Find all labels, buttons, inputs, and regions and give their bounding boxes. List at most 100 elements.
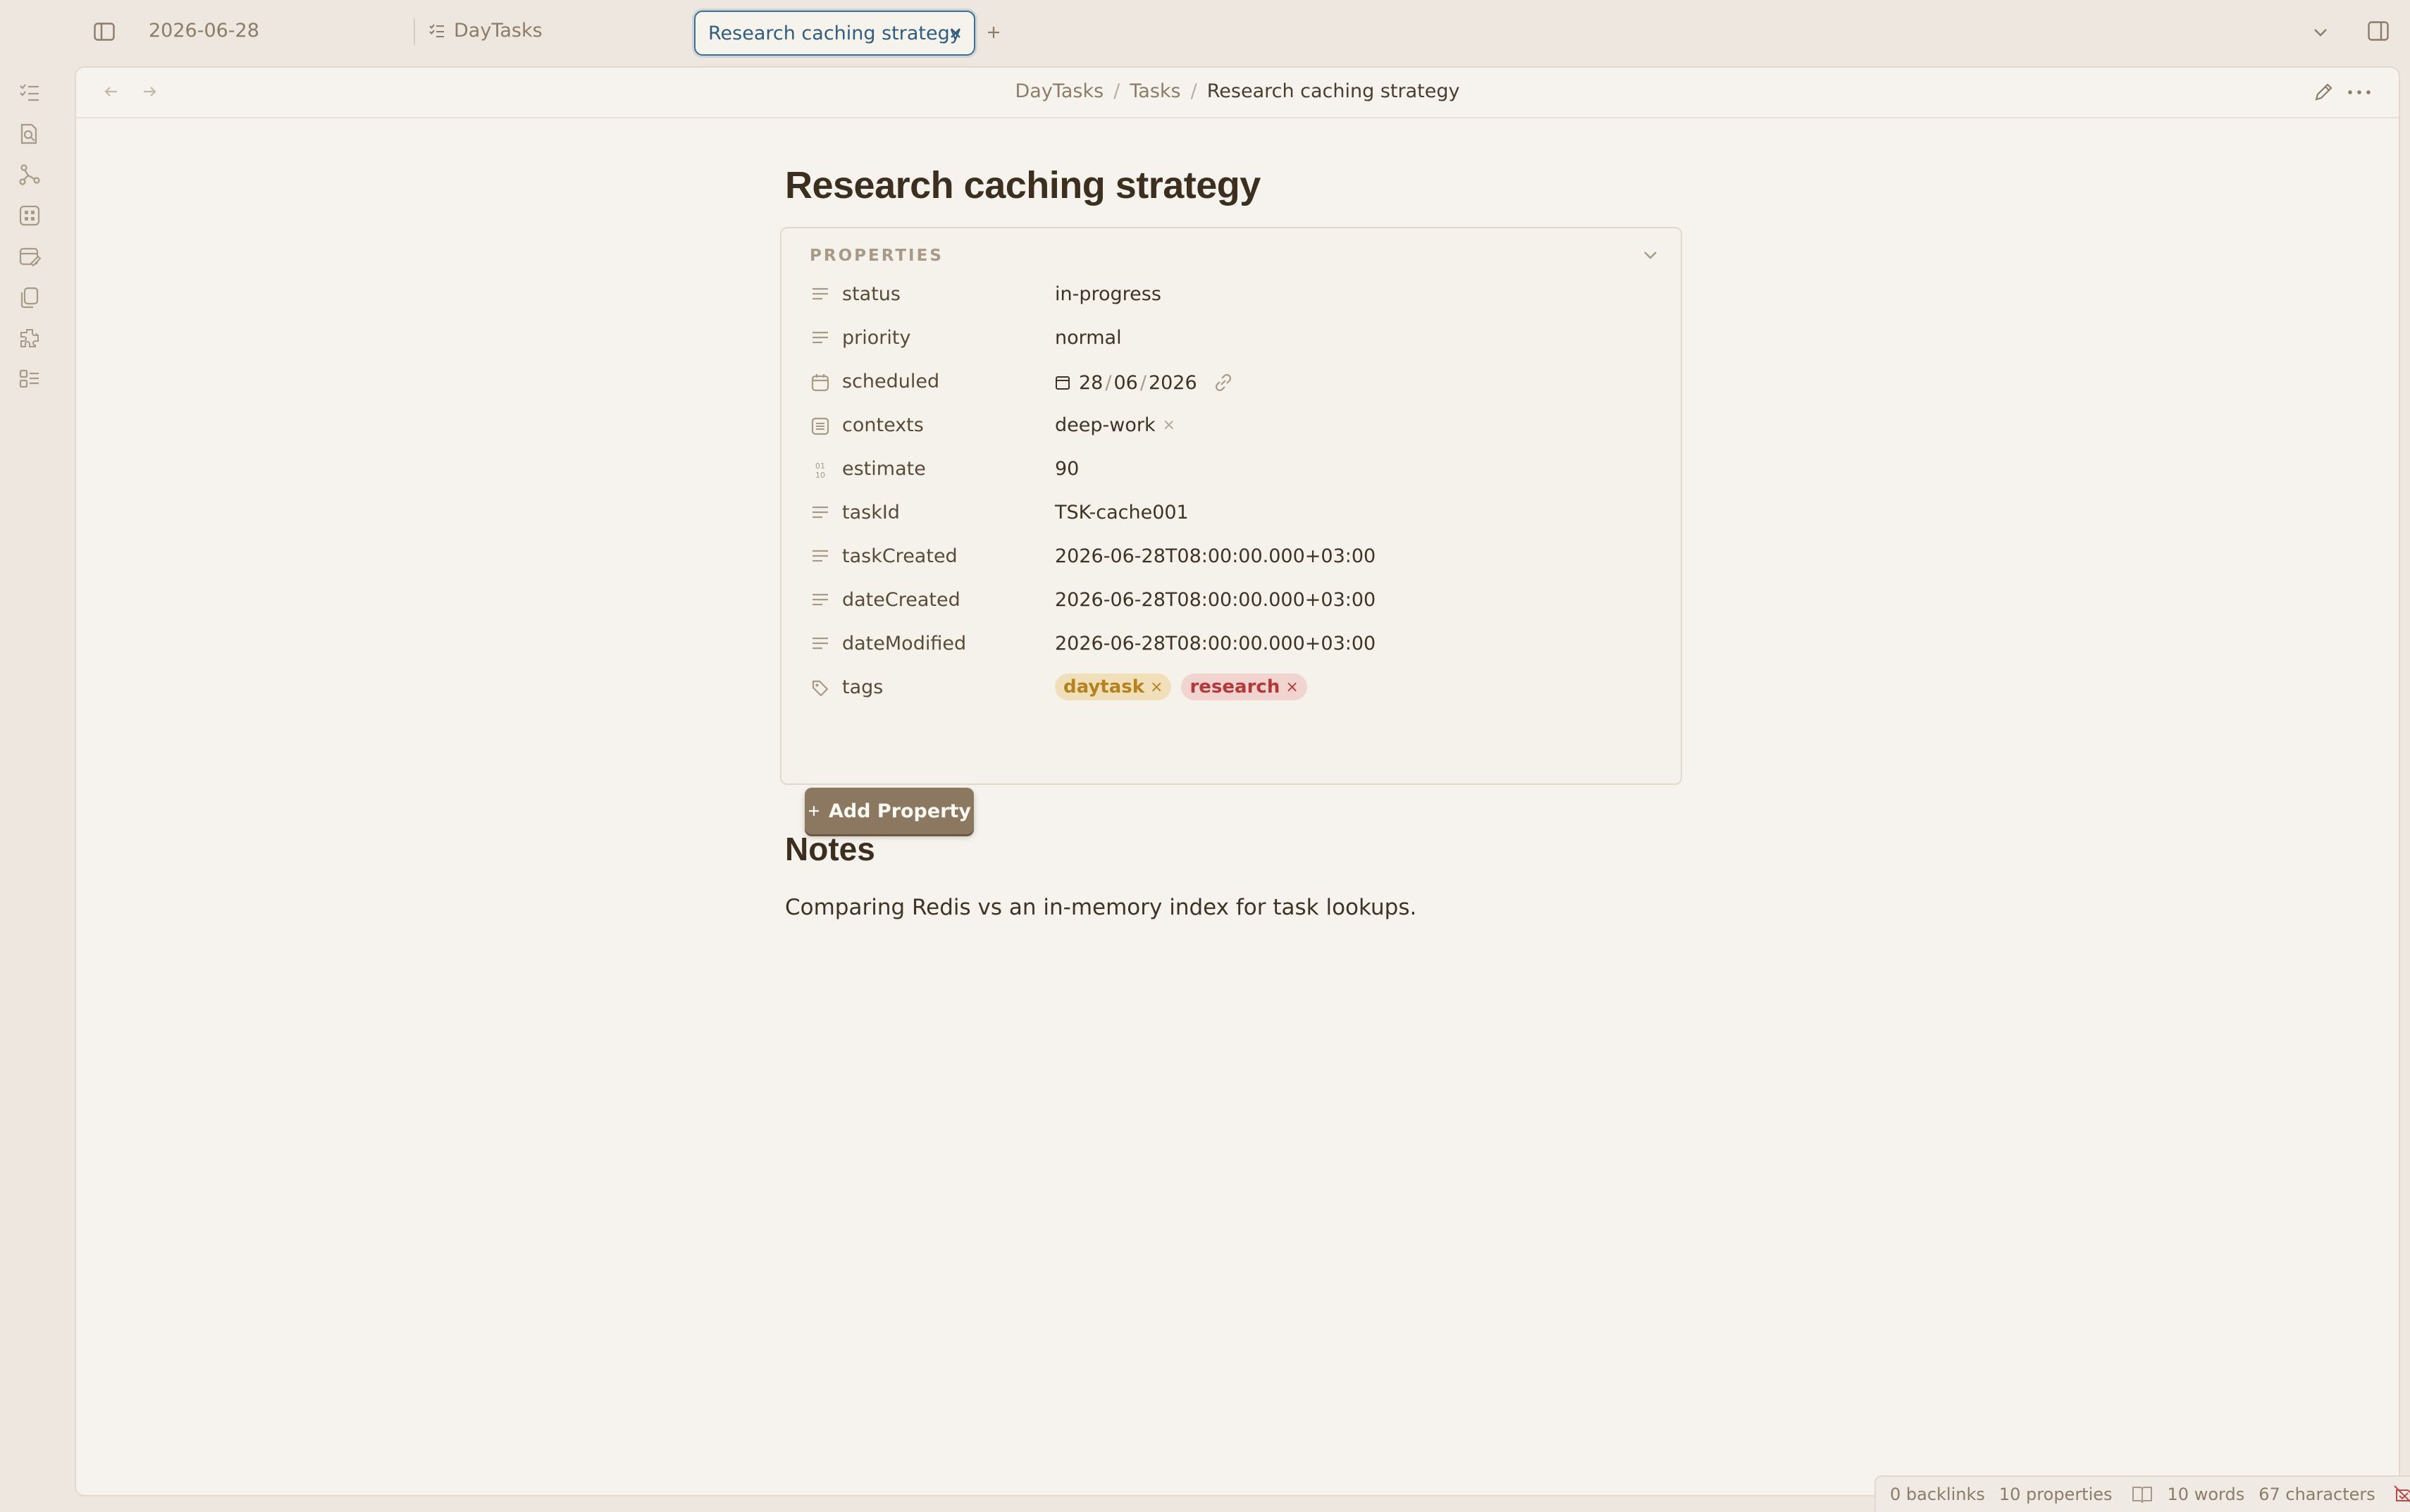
tag-label: research bbox=[1189, 676, 1280, 698]
tab-daytasks[interactable]: DayTasks bbox=[428, 20, 543, 42]
tab-divider bbox=[414, 18, 415, 45]
property-list-value: deep-work × bbox=[1055, 414, 1175, 436]
remove-tag-icon[interactable]: × bbox=[1285, 678, 1298, 696]
link-icon[interactable] bbox=[1211, 371, 1235, 395]
property-value[interactable]: 2026-06-28T08:00:00.000+03:00 bbox=[1055, 589, 1376, 611]
property-value[interactable]: 2026-06-28T08:00:00.000+03:00 bbox=[1055, 633, 1376, 655]
breadcrumb-current[interactable]: Research caching strategy bbox=[1207, 80, 1460, 102]
svg-text:01: 01 bbox=[815, 461, 825, 471]
text-lines-icon bbox=[811, 504, 829, 520]
tab-label: Research caching strategy bbox=[708, 22, 961, 44]
editor-pane: DayTasks / Tasks / Research caching strategy… bbox=[75, 66, 2400, 1496]
more-options-icon[interactable] bbox=[2347, 89, 2372, 96]
backlinks-count[interactable]: 0 backlinks bbox=[1890, 1485, 1985, 1504]
checklist-icon bbox=[428, 23, 445, 39]
tag-pill-daytask[interactable]: daytask × bbox=[1055, 674, 1172, 700]
new-tab-icon[interactable] bbox=[985, 24, 1002, 41]
list-icon bbox=[811, 417, 829, 435]
text-lines-icon bbox=[811, 330, 829, 345]
property-key[interactable]: taskId bbox=[842, 502, 900, 523]
property-key[interactable]: taskCreated bbox=[842, 545, 958, 567]
tab-research-caching-strategy[interactable]: Research caching strategy bbox=[694, 11, 975, 56]
property-row-datecreated: dateCreated 2026-06-28T08:00:00.000+03:0… bbox=[781, 581, 1681, 623]
tasks-icon[interactable] bbox=[18, 82, 41, 103]
breadcrumb-item[interactable]: DayTasks bbox=[1015, 80, 1104, 102]
calendar-icon[interactable] bbox=[1055, 375, 1070, 390]
character-count[interactable]: 67 characters bbox=[2258, 1485, 2375, 1504]
graph-icon[interactable] bbox=[18, 163, 41, 186]
property-key[interactable]: contexts bbox=[842, 414, 924, 436]
date-separator: / bbox=[1139, 371, 1147, 394]
properties-panel: PROPERTIES status in-progress priority n… bbox=[780, 227, 1682, 834]
property-value[interactable]: TSK-cache001 bbox=[1055, 502, 1189, 523]
dashboard-icon[interactable] bbox=[18, 204, 41, 227]
chevron-down-icon[interactable] bbox=[2311, 25, 2330, 39]
reading-mode-icon[interactable] bbox=[2131, 1484, 2153, 1505]
sync-off-icon[interactable] bbox=[2392, 1484, 2410, 1505]
plugin-icon[interactable] bbox=[18, 327, 41, 349]
date-day[interactable]: 28 bbox=[1079, 372, 1103, 394]
text-lines-icon bbox=[811, 286, 829, 302]
context-chip[interactable]: deep-work bbox=[1055, 414, 1156, 436]
properties-count[interactable]: 10 properties bbox=[1999, 1485, 2113, 1504]
edit-pencil-icon[interactable] bbox=[2311, 80, 2335, 104]
plus-icon bbox=[808, 805, 820, 817]
right-sidebar-toggle-icon[interactable] bbox=[2368, 21, 2389, 41]
property-key[interactable]: dateCreated bbox=[842, 589, 960, 611]
property-row-contexts: contexts deep-work × bbox=[781, 406, 1681, 448]
search-file-icon[interactable] bbox=[18, 123, 41, 145]
view-header: DayTasks / Tasks / Research caching strategy bbox=[76, 68, 2399, 118]
property-tags-value: daytask × research × bbox=[1055, 674, 1317, 700]
note-title[interactable]: Research caching strategy bbox=[785, 163, 1261, 207]
copy-icon[interactable] bbox=[18, 286, 41, 309]
property-date-value[interactable]: 28/06/2026 bbox=[1055, 371, 1235, 395]
property-key[interactable]: estimate bbox=[842, 458, 926, 480]
date-year[interactable]: 2026 bbox=[1149, 372, 1197, 394]
breadcrumb-separator: / bbox=[1190, 80, 1197, 102]
remove-chip-icon[interactable]: × bbox=[1163, 416, 1175, 434]
tag-label: daytask bbox=[1063, 676, 1145, 698]
status-bar: 0 backlinks 10 properties 10 words 67 ch… bbox=[1874, 1475, 2410, 1512]
tab-label: 2026-06-28 bbox=[149, 20, 259, 42]
tag-icon bbox=[811, 679, 829, 698]
property-value[interactable]: in-progress bbox=[1055, 283, 1161, 305]
calendar-edit-icon[interactable] bbox=[18, 245, 41, 268]
text-lines-icon bbox=[811, 592, 829, 607]
property-value[interactable]: 90 bbox=[1055, 458, 1079, 480]
notes-heading[interactable]: Notes bbox=[785, 830, 875, 868]
close-icon[interactable] bbox=[947, 25, 964, 42]
notes-paragraph[interactable]: Comparing Redis vs an in-memory index fo… bbox=[785, 895, 1416, 920]
date-month[interactable]: 06 bbox=[1113, 372, 1137, 394]
property-key[interactable]: priority bbox=[842, 327, 910, 349]
tab-label: DayTasks bbox=[454, 20, 543, 42]
property-row-status: status in-progress bbox=[781, 275, 1681, 317]
property-row-datemodified: dateModified 2026-06-28T08:00:00.000+03:… bbox=[781, 624, 1681, 667]
property-key[interactable]: tags bbox=[842, 676, 883, 698]
add-property-button[interactable]: Add Property bbox=[805, 788, 974, 834]
tab-bar: 2026-06-28 DayTasks Research caching str… bbox=[0, 0, 2410, 66]
number-icon: 01 10 bbox=[811, 461, 829, 479]
property-row-tags: tags daytask × research × bbox=[781, 668, 1681, 710]
remove-tag-icon[interactable]: × bbox=[1150, 678, 1163, 696]
chevron-down-icon[interactable] bbox=[1641, 248, 1660, 262]
word-count[interactable]: 10 words bbox=[2168, 1485, 2245, 1504]
sidebar-toggle-icon[interactable] bbox=[94, 23, 115, 41]
tab-daily-note[interactable]: 2026-06-28 bbox=[149, 20, 259, 42]
property-row-estimate: 01 10 estimate 90 bbox=[781, 450, 1681, 492]
property-key[interactable]: status bbox=[842, 283, 901, 305]
property-key[interactable]: dateModified bbox=[842, 633, 966, 655]
property-row-scheduled: scheduled 28/06/2026 bbox=[781, 362, 1681, 404]
property-value[interactable]: 2026-06-28T08:00:00.000+03:00 bbox=[1055, 545, 1376, 567]
properties-heading[interactable]: PROPERTIES bbox=[810, 247, 944, 265]
text-lines-icon bbox=[811, 548, 829, 564]
property-row-taskid: taskId TSK-cache001 bbox=[781, 493, 1681, 535]
add-property-label: Add Property bbox=[828, 800, 972, 822]
property-row-priority: priority normal bbox=[781, 318, 1681, 361]
property-value[interactable]: normal bbox=[1055, 327, 1122, 349]
kanban-list-icon[interactable] bbox=[18, 368, 41, 390]
svg-text:10: 10 bbox=[815, 471, 825, 479]
breadcrumb-item[interactable]: Tasks bbox=[1130, 80, 1180, 102]
property-key[interactable]: scheduled bbox=[842, 371, 939, 392]
calendar-icon bbox=[811, 373, 829, 392]
tag-pill-research[interactable]: research × bbox=[1181, 674, 1307, 700]
